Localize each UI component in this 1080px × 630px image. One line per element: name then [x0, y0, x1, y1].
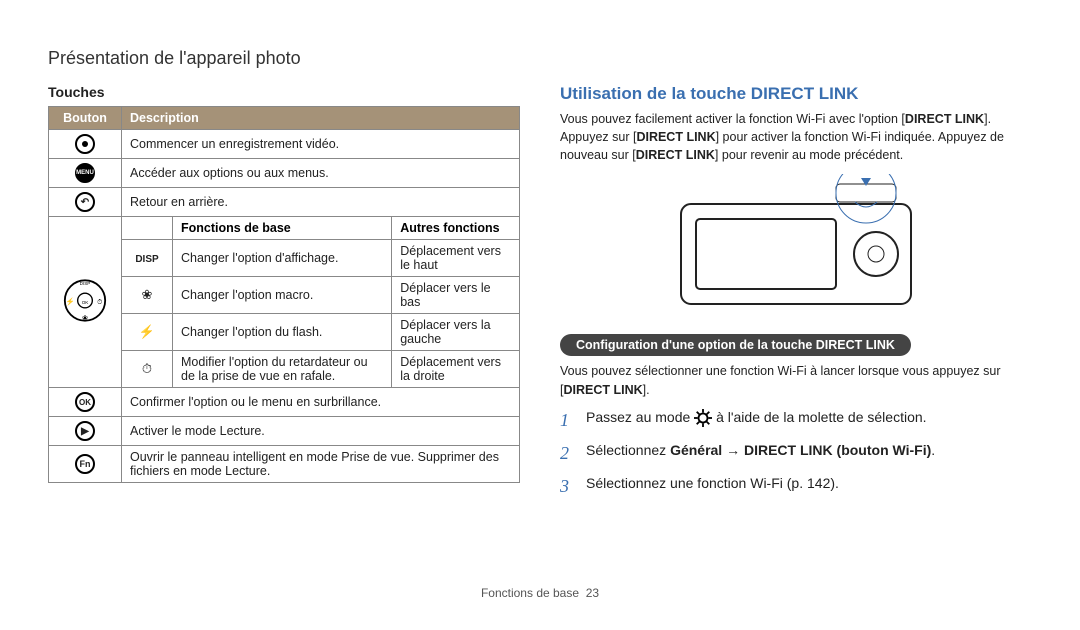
left-column: Touches Bouton Description Commencer un …: [48, 84, 520, 506]
camera-illustration: [661, 174, 931, 314]
record-icon: [49, 130, 122, 159]
svg-text:OK: OK: [82, 300, 89, 305]
dpad-icon: DISP OK ⚡ ⏱ ❀: [49, 217, 122, 388]
menu-icon: MENU: [49, 159, 122, 188]
disp-icon: DISP: [122, 240, 173, 277]
touches-heading: Touches: [48, 84, 520, 100]
direct-link-intro: Vous pouvez facilement activer la foncti…: [560, 110, 1032, 164]
table-row: OK Confirmer l'option ou le menu en surb…: [49, 388, 520, 417]
table-row: MENU Accéder aux options ou aux menus.: [49, 159, 520, 188]
svg-text:DISP: DISP: [80, 281, 91, 286]
table-row: ▶ Activer le mode Lecture.: [49, 417, 520, 446]
flash-icon: ⚡: [122, 314, 173, 351]
direct-link-title: Utilisation de la touche DIRECT LINK: [560, 84, 1032, 104]
fn-icon: Fn: [49, 446, 122, 483]
th-fonctions-base: Fonctions de base: [173, 217, 392, 240]
play-icon: ▶: [49, 417, 122, 446]
breadcrumb: Présentation de l'appareil photo: [48, 48, 301, 69]
page-footer: Fonctions de base 23: [0, 586, 1080, 600]
th-description: Description: [122, 107, 520, 130]
step-1: 1 Passez au mode à l'aide de la molette …: [560, 407, 1032, 434]
table-row: Fn Ouvrir le panneau intelligent en mode…: [49, 446, 520, 483]
table-row: Commencer un enregistrement vidéo.: [49, 130, 520, 159]
svg-text:⏱: ⏱: [97, 299, 102, 306]
touches-table: Bouton Description Commencer un enregist…: [48, 106, 520, 483]
th-autres-fonctions: Autres fonctions: [392, 217, 520, 240]
right-column: Utilisation de la touche DIRECT LINK Vou…: [560, 84, 1032, 506]
config-intro: Vous pouvez sélectionner une fonction Wi…: [560, 362, 1032, 398]
step-2: 2 Sélectionnez Général → DIRECT LINK (bo…: [560, 440, 1032, 467]
gear-icon: [694, 409, 712, 427]
back-icon: ↶: [49, 188, 122, 217]
timer-icon: ⏱: [122, 351, 173, 388]
ok-icon: OK: [49, 388, 122, 417]
macro-icon: ❀: [122, 277, 173, 314]
th-bouton: Bouton: [49, 107, 122, 130]
svg-text:❀: ❀: [82, 314, 88, 323]
step-3: 3 Sélectionnez une fonction Wi-Fi (p. 14…: [560, 473, 1032, 500]
config-pill: Configuration d'une option de la touche …: [560, 334, 911, 356]
table-row: ↶ Retour en arrière.: [49, 188, 520, 217]
steps-list: 1 Passez au mode à l'aide de la molette …: [560, 407, 1032, 500]
svg-text:⚡: ⚡: [66, 297, 75, 306]
